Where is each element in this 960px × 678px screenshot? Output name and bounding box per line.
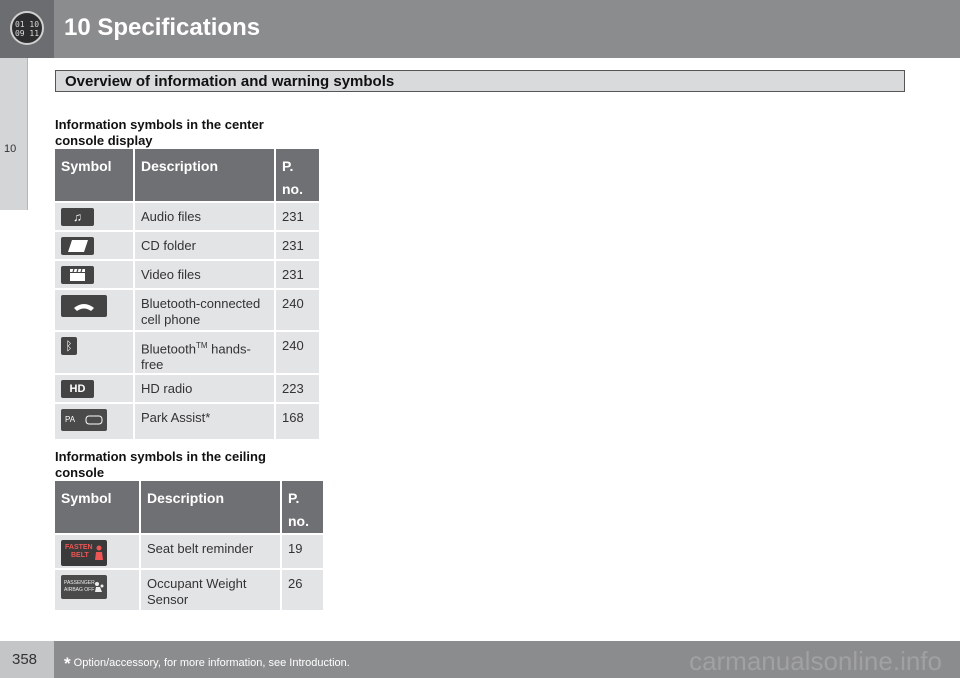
description-cell: Audio files — [134, 202, 276, 232]
table-header-row: Symbol Description P. no. — [55, 481, 323, 535]
center-console-symbol-table: Symbol Description P. no. ♫ Audio files 2… — [55, 149, 319, 442]
center-console-heading-line1: Information symbols in the center — [55, 117, 264, 132]
description-cell: Park Assist* — [134, 403, 276, 442]
description-cell: CD folder — [134, 231, 276, 261]
symbol-cell — [55, 260, 135, 290]
description-cell: Seat belt reminder — [140, 534, 282, 570]
page-footer: 358 * Option/accessory, for more informa… — [0, 641, 960, 678]
chapter-icon-box: 01 10 09 11 — [0, 0, 54, 58]
symbol-cell: HD — [55, 374, 135, 405]
hd-radio-icon: HD — [61, 380, 94, 399]
page-number: 358 — [12, 651, 38, 668]
table-row: HD HD radio 223 — [55, 374, 319, 405]
column-header-description: Description — [134, 149, 276, 203]
symbol-cell: ᛒ — [55, 331, 135, 376]
phone-handset-icon — [61, 295, 107, 317]
description-cell: Occupant Weight Sensor — [140, 569, 282, 612]
table-row: PA Park Assist* 168 — [55, 403, 319, 442]
park-assist-icon: PA — [61, 409, 107, 432]
page-cell: 223 — [275, 374, 319, 405]
table-row: FASTEN BELT Seat belt reminder 19 — [55, 534, 323, 570]
column-header-page-line1: P. — [282, 158, 294, 174]
page-cell: 19 — [281, 534, 323, 570]
symbol-cell: PASSENGER AIRBAG OFF — [55, 569, 141, 612]
column-header-page: P. no. — [275, 149, 319, 203]
page-cell: 168 — [275, 403, 319, 442]
column-header-symbol: Symbol — [55, 481, 141, 535]
chapter-icon-text: 01 10 09 11 — [14, 20, 40, 38]
page-cell: 240 — [275, 289, 319, 332]
page-cell: 240 — [275, 331, 319, 376]
chapter-title: 10 Specifications — [64, 14, 261, 41]
footnote-star: * — [64, 654, 71, 673]
footnote: * Option/accessory, for more information… — [64, 654, 350, 674]
folder-icon — [61, 237, 94, 255]
description-pre: Bluetooth — [141, 341, 196, 357]
side-chapter-number: 10 — [4, 143, 17, 155]
column-header-page-line1: P. — [288, 490, 300, 506]
column-header-page-line2: no. — [288, 513, 309, 529]
table-row: ♫ Audio files 231 — [55, 202, 319, 232]
ceiling-console-symbol-table: Symbol Description P. no. FASTEN BELT Seat… — [55, 481, 323, 612]
page-cell: 231 — [275, 231, 319, 261]
ceiling-console-heading-line1: Information symbols in the ceiling — [55, 449, 266, 464]
description-line2: Sensor — [147, 592, 189, 607]
trademark-sup: TM — [195, 341, 208, 350]
footnote-text: Option/accessory, for more information, … — [70, 657, 350, 669]
description-line2: free — [141, 357, 164, 373]
description-line1: Bluetooth-connected — [141, 296, 261, 311]
column-header-description: Description — [140, 481, 282, 535]
page-cell: 26 — [281, 569, 323, 612]
description-cell: Bluetooth-connected cell phone — [134, 289, 276, 332]
watermark: carmanualsonline.info — [689, 646, 942, 676]
symbol-cell — [55, 231, 135, 261]
table-row: Bluetooth-connected cell phone 240 — [55, 289, 319, 332]
page-cell: 231 — [275, 260, 319, 290]
column-header-page: P. no. — [281, 481, 323, 535]
symbol-cell: FASTEN BELT — [55, 534, 141, 570]
table-row: ᛒ BluetoothTM hands-free 240 — [55, 331, 319, 376]
ceiling-console-heading: Information symbols in the ceiling conso… — [55, 449, 266, 481]
description-cell: BluetoothTM hands-free — [134, 331, 276, 376]
center-console-heading: Information symbols in the center consol… — [55, 117, 264, 149]
chapter-side-tab — [0, 58, 28, 210]
symbol-cell: ♫ — [55, 202, 135, 232]
clapperboard-icon — [61, 266, 94, 284]
passenger-airbag-off-icon: PASSENGER AIRBAG OFF — [61, 575, 107, 599]
table-row: Video files 231 — [55, 260, 319, 290]
column-header-symbol: Symbol — [55, 149, 135, 203]
description-line2: cell phone — [141, 312, 201, 327]
music-note-icon: ♫ — [61, 208, 94, 226]
chapter-header: 01 10 09 11 10 Specifications — [0, 0, 960, 58]
table-row: CD folder 231 — [55, 231, 319, 261]
description-cell: Video files — [134, 260, 276, 290]
clock-chapter-icon: 01 10 09 11 — [10, 11, 44, 45]
section-title: Overview of information and warning symb… — [55, 70, 905, 92]
symbol-cell — [55, 289, 135, 332]
ceiling-console-heading-line2: console — [55, 465, 105, 480]
fasten-belt-icon: FASTEN BELT — [61, 540, 107, 566]
page-cell: 231 — [275, 202, 319, 232]
description-line1: BluetoothTM hands- — [141, 338, 268, 357]
description-cell: HD radio — [134, 374, 276, 405]
description-post: hands- — [207, 341, 251, 357]
page-number-box: 358 — [0, 641, 54, 678]
table-row: PASSENGER AIRBAG OFF Occupant Weight Senso… — [55, 569, 323, 612]
description-line1: Occupant Weight — [147, 576, 247, 591]
column-header-page-line2: no. — [282, 181, 303, 197]
center-console-heading-line2: console display — [55, 133, 153, 148]
table-header-row: Symbol Description P. no. — [55, 149, 319, 203]
bluetooth-icon: ᛒ — [61, 337, 77, 355]
symbol-cell: PA — [55, 403, 135, 442]
